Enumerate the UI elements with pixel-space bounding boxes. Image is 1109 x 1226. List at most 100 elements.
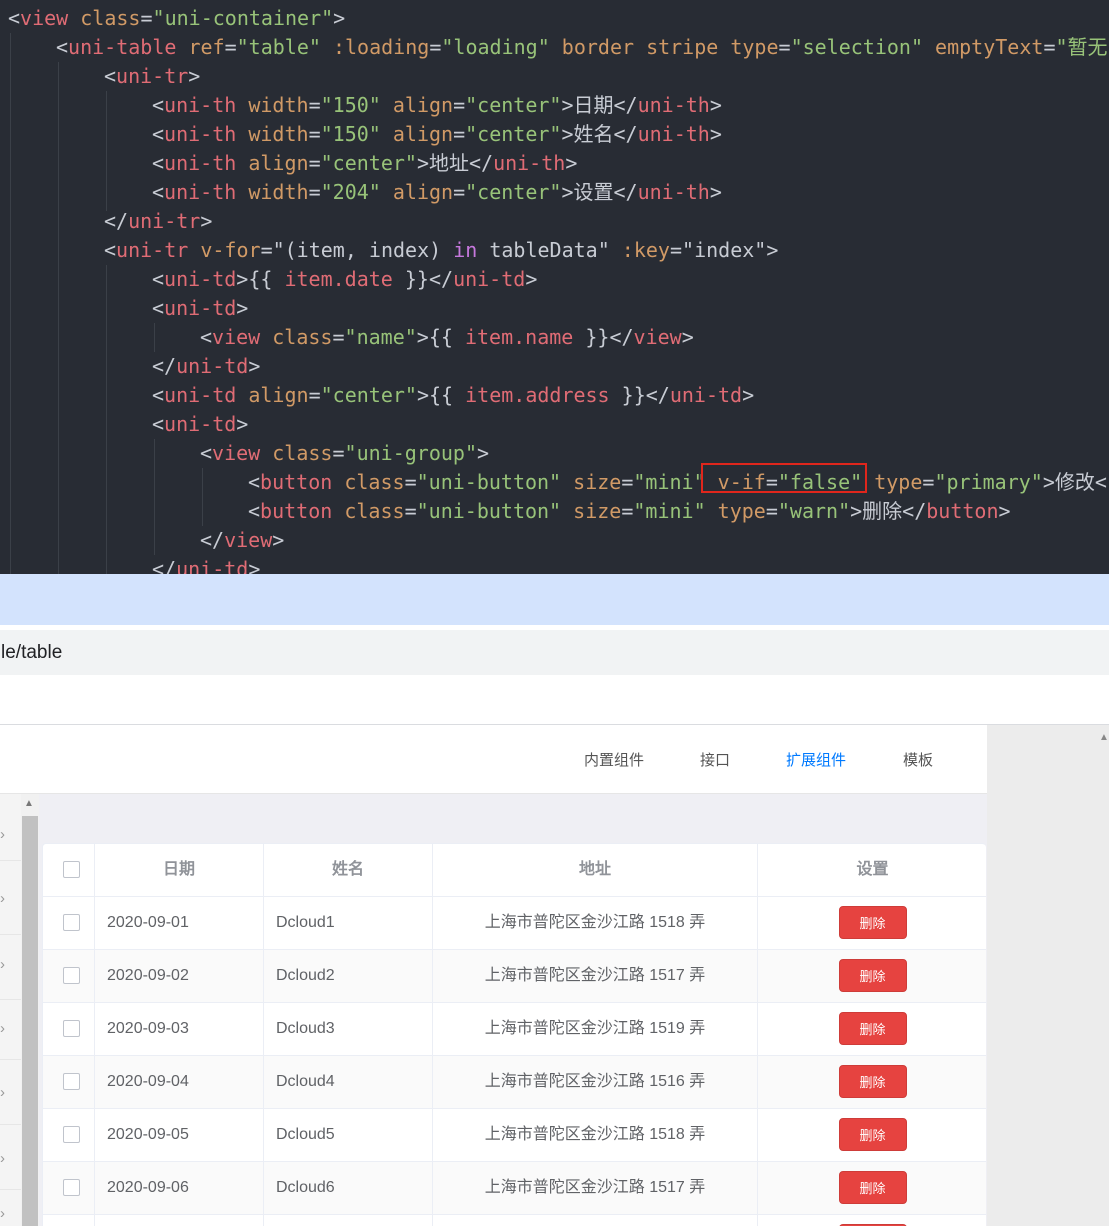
code-token: < [152,151,165,175]
date-cell: 2020-09-06 [95,1162,264,1214]
row-checkbox[interactable] [63,914,80,931]
chevron-right-icon[interactable]: › [0,1084,5,1101]
row-select-cell [43,950,95,1002]
code-token: > [998,499,1011,523]
nav-item-api[interactable]: 接口 [700,749,730,770]
code-token: uni-td [176,557,249,574]
select-all-checkbox[interactable] [63,861,80,878]
sidebar-divider [0,1189,21,1190]
scrollbar-thumb[interactable] [22,816,38,1226]
delete-button[interactable]: 删除 [838,1118,907,1151]
code-token: align [248,383,309,407]
code-line: </uni-td> [152,555,260,574]
code-token: view [633,325,682,349]
code-token: size [561,499,622,523]
chevron-right-icon[interactable]: › [0,956,5,973]
code-token: tableData" [477,238,610,262]
delete-button[interactable]: 删除 [838,1065,907,1098]
nav-item-builtin[interactable]: 内置组件 [584,749,644,770]
code-token: item.address [465,383,610,407]
delete-button[interactable]: 删除 [838,1171,907,1204]
code-token: = [621,499,634,523]
chevron-right-icon[interactable]: › [0,1020,5,1037]
chevron-right-icon[interactable]: › [0,826,5,843]
code-token: view [212,441,273,465]
delete-button[interactable]: 删除 [838,959,907,992]
name-cell: Dcloud4 [264,1056,433,1108]
code-line: </uni-tr> [104,207,212,236]
delete-button[interactable]: 删除 [838,1012,907,1045]
sidebar-divider [0,999,21,1000]
code-token: class [344,499,405,523]
code-token: "204" [320,180,381,204]
row-checkbox[interactable] [63,1073,80,1090]
indent-guide [154,439,155,555]
code-token: >删除</ [850,499,927,523]
scroll-up-caret-icon[interactable]: ▲ [1099,732,1109,743]
header-date: 日期 [95,844,264,896]
code-token: < [152,93,165,117]
row-select-cell [43,1109,95,1161]
address-text[interactable]: le/table [1,642,62,663]
address-bar[interactable]: le/table [0,630,1109,675]
table-row: 2020-09-06 Dcloud6 上海市普陀区金沙江路 1517 弄 删除 [43,1162,986,1215]
code-token: = [308,93,321,117]
code-token: = [140,6,153,30]
table-row: 2020-09-05 Dcloud5 上海市普陀区金沙江路 1518 弄 删除 [43,1109,986,1162]
code-token: < [152,383,165,407]
chevron-right-icon[interactable]: › [0,1150,5,1167]
code-token: = [1043,35,1056,59]
code-token: = [308,383,321,407]
code-token: < [104,238,117,262]
code-token: >{{ [416,325,465,349]
code-token: }}</ [392,267,454,291]
code-token: "table" [236,35,321,59]
code-token: uni-td [164,267,237,291]
chevron-right-icon[interactable]: › [0,890,5,907]
top-nav: 内置组件 接口 扩展组件 模板 [0,725,987,794]
code-token: uni-tr [116,64,189,88]
delete-button[interactable]: 删除 [838,906,907,939]
table-row: 2020-09-02 Dcloud2 上海市普陀区金沙江路 1517 弄 删除 [43,950,986,1003]
code-token: uni-th [493,151,566,175]
code-token: uni-td [669,383,743,407]
code-token: view [212,325,273,349]
nav-item-template[interactable]: 模板 [903,749,933,770]
nav-item-extension[interactable]: 扩展组件 [786,749,846,770]
code-line: <uni-th align="center">地址</uni-th> [152,149,577,178]
scroll-up-arrow-icon[interactable]: ▲ [24,798,34,809]
code-line: </uni-td> [152,352,260,381]
code-token: < [152,267,165,291]
code-token: </ [152,354,177,378]
code-token: < [56,35,69,59]
code-token: "150" [320,93,381,117]
name-cell: Dcloud5 [264,1109,433,1161]
code-token: "uni-button" [416,499,562,523]
code-token: = [453,180,466,204]
chevron-right-icon[interactable]: › [0,1205,5,1222]
code-token: type [705,499,766,523]
table-row: 2020-09-03 Dcloud3 上海市普陀区金沙江路 1519 弄 删除 [43,1003,986,1056]
row-checkbox[interactable] [63,1020,80,1037]
code-token: < [200,325,213,349]
code-token: "center" [320,151,417,175]
code-token: uni-td [164,383,249,407]
code-token: < [152,180,165,204]
code-token: > [188,64,201,88]
code-token: item.date [284,267,393,291]
code-token: > [709,180,722,204]
row-select-cell [43,1162,95,1214]
code-editor[interactable]: <view class="uni-container"> <uni-table r… [0,0,1109,574]
code-line: <uni-td>{{ item.date }}</uni-td> [152,265,537,294]
row-checkbox[interactable] [63,1126,80,1143]
code-line: <button class="uni-button" size="mini" t… [248,497,1011,526]
table-row: 删除 [43,1215,986,1226]
code-token: ="(item, index) [260,238,454,262]
code-token: "150" [320,122,381,146]
code-token: < [152,412,165,436]
row-checkbox[interactable] [63,1179,80,1196]
row-checkbox[interactable] [63,967,80,984]
annotation-highlight-box [701,463,867,493]
address-cell [433,1215,758,1226]
code-token: > [248,557,261,574]
